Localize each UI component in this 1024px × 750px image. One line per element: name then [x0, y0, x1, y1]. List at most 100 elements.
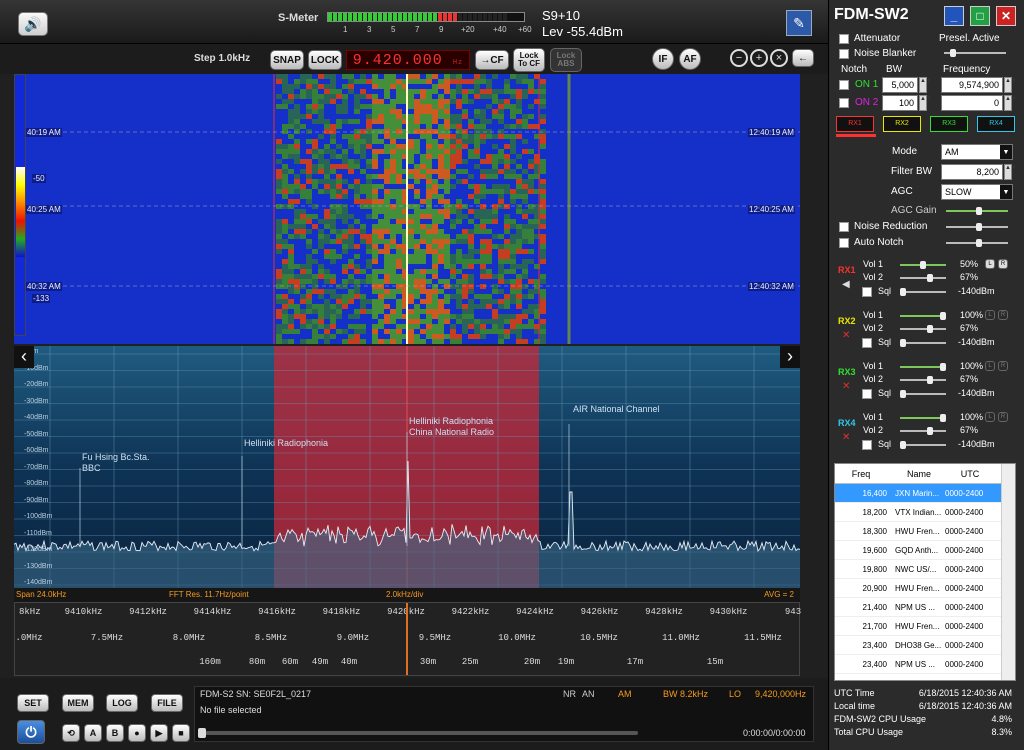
sql-slider[interactable] — [900, 339, 946, 347]
collapse-button[interactable]: ← — [792, 49, 814, 67]
slider-handle[interactable] — [976, 207, 982, 215]
sql-slider[interactable] — [900, 390, 946, 398]
name-header[interactable]: Name — [891, 464, 943, 483]
lock-button[interactable]: LOCK — [308, 50, 342, 70]
utc-header[interactable]: UTC — [943, 464, 995, 483]
lock-to-cf-button[interactable]: Lock To CF — [513, 48, 545, 72]
table-row[interactable]: 18,200 VTX Indian... 0000-2400 — [835, 503, 1015, 522]
transport-button[interactable]: B — [106, 724, 124, 742]
transport-button[interactable]: A — [84, 724, 102, 742]
scroll-right-icon[interactable]: › — [780, 346, 800, 368]
rx2-tab[interactable]: RX2 — [883, 116, 921, 132]
noise-blanker-checkbox[interactable] — [839, 49, 849, 59]
filter-bw-input[interactable]: 8,200 — [941, 164, 1003, 180]
notch2-freq-input[interactable]: 0 — [941, 95, 1003, 111]
left-channel-button[interactable]: L — [985, 259, 995, 269]
speaker-muted-icon[interactable]: ✕ — [842, 381, 850, 392]
snap-button[interactable]: SNAP — [270, 50, 304, 70]
slider-handle[interactable] — [926, 376, 933, 384]
notch2-freq-spinner[interactable]: ▲▼ — [1004, 95, 1017, 111]
freq-header[interactable]: Freq — [835, 464, 891, 483]
filter-bw-spinner[interactable]: ▲▼ — [1004, 164, 1017, 180]
agc-gain-slider[interactable] — [946, 207, 1008, 215]
table-row[interactable]: 18,300 HWU Fren... 0000-2400 — [835, 522, 1015, 541]
table-scrollbar[interactable] — [1001, 464, 1015, 680]
zoom-reset-icon[interactable]: × — [770, 49, 788, 67]
noise-reduction-slider[interactable] — [946, 223, 1008, 231]
slider-handle[interactable] — [900, 390, 906, 398]
left-channel-button[interactable]: L — [985, 310, 995, 320]
slider-handle[interactable] — [900, 339, 906, 347]
vol1-slider[interactable] — [900, 261, 946, 269]
notch1-bw-spinner[interactable]: ▲▼ — [919, 77, 932, 93]
slider-handle[interactable] — [940, 414, 946, 422]
rx1-tab[interactable]: RX1 — [836, 116, 874, 132]
slider-handle[interactable] — [940, 312, 946, 320]
close-button[interactable]: ✕ — [996, 6, 1016, 26]
log-button[interactable]: LOG — [106, 694, 138, 712]
station-label[interactable]: Fu Hsing Bc.Sta. BBC — [82, 452, 150, 474]
slider-handle[interactable] — [900, 441, 906, 449]
transport-button[interactable]: ● — [128, 724, 146, 742]
sql-slider[interactable] — [900, 288, 946, 296]
table-row[interactable]: 23,400 DHO38 Ge... 0000-2400 — [835, 636, 1015, 655]
power-icon[interactable]: ⏻ — [17, 720, 45, 744]
auto-notch-slider[interactable] — [946, 239, 1008, 247]
table-row[interactable]: 19,800 NWC US/... 0000-2400 — [835, 560, 1015, 579]
agc-select[interactable]: SLOW ▼ — [941, 184, 1013, 200]
minimize-button[interactable]: _ — [944, 6, 964, 26]
table-row[interactable]: 19,600 GQD Anth... 0000-2400 — [835, 541, 1015, 560]
progress-handle[interactable] — [198, 728, 206, 738]
noise-reduction-checkbox[interactable] — [839, 222, 849, 232]
slider-handle[interactable] — [926, 427, 933, 435]
waterfall-color-scale[interactable] — [14, 74, 26, 336]
notch1-checkbox[interactable] — [839, 80, 849, 90]
transport-button[interactable]: ▶ — [150, 724, 168, 742]
table-row[interactable]: 21,700 HWU Fren... 0000-2400 — [835, 617, 1015, 636]
speaker-muted-icon[interactable]: ✕ — [842, 330, 850, 341]
vol1-slider[interactable] — [900, 312, 946, 320]
vol2-slider[interactable] — [900, 274, 946, 282]
auto-notch-checkbox[interactable] — [839, 238, 849, 248]
station-label[interactable]: Helliniki Radiophonia — [244, 438, 328, 449]
vol2-slider[interactable] — [900, 427, 946, 435]
right-channel-button[interactable]: R — [998, 361, 1008, 371]
speaker-muted-icon[interactable]: ✕ — [842, 432, 850, 443]
slider-handle[interactable] — [920, 261, 926, 269]
right-channel-button[interactable]: R — [998, 259, 1008, 269]
station-label[interactable]: AIR National Channel — [573, 404, 660, 415]
spectrum-display[interactable]: Fu Hsing Bc.Sta. BBC Helliniki Radiophonia… — [14, 346, 800, 588]
notch1-freq-spinner[interactable]: ▲▼ — [1004, 77, 1017, 93]
sql-checkbox[interactable] — [862, 440, 872, 450]
playback-progress[interactable] — [198, 728, 638, 738]
af-button[interactable]: AF — [679, 48, 701, 70]
left-channel-button[interactable]: L — [985, 412, 995, 422]
table-row[interactable]: 21,400 NPM US ... 0000-2400 — [835, 598, 1015, 617]
table-row[interactable]: 23,400 NPM US ... 0000-2400 — [835, 655, 1015, 674]
mem-button[interactable]: MEM — [62, 694, 94, 712]
zoom-in-icon[interactable]: + — [750, 49, 768, 67]
transport-button[interactable]: ■ — [172, 724, 190, 742]
slider-handle[interactable] — [900, 288, 906, 296]
slider-handle[interactable] — [976, 223, 982, 231]
if-button[interactable]: IF — [652, 48, 674, 70]
slider-handle[interactable] — [926, 325, 933, 333]
file-button[interactable]: FILE — [151, 694, 183, 712]
left-channel-button[interactable]: L — [985, 361, 995, 371]
vol1-slider[interactable] — [900, 363, 946, 371]
right-channel-button[interactable]: R — [998, 310, 1008, 320]
slider-handle[interactable] — [940, 363, 946, 371]
sql-slider[interactable] — [900, 441, 946, 449]
speaker-icon[interactable]: ◀ — [842, 279, 850, 290]
slider-handle[interactable] — [976, 239, 982, 247]
maximize-button[interactable]: □ — [970, 6, 990, 26]
sql-checkbox[interactable] — [862, 287, 872, 297]
notch1-bw-input[interactable]: 5,000 — [882, 77, 918, 93]
set-button[interactable]: SET — [17, 694, 49, 712]
slider-handle[interactable] — [950, 49, 956, 57]
sql-checkbox[interactable] — [862, 389, 872, 399]
noise-blanker-slider[interactable] — [944, 49, 1006, 57]
notch2-bw-spinner[interactable]: ▲▼ — [919, 95, 932, 111]
right-channel-button[interactable]: R — [998, 412, 1008, 422]
waterfall-display[interactable] — [14, 74, 800, 344]
